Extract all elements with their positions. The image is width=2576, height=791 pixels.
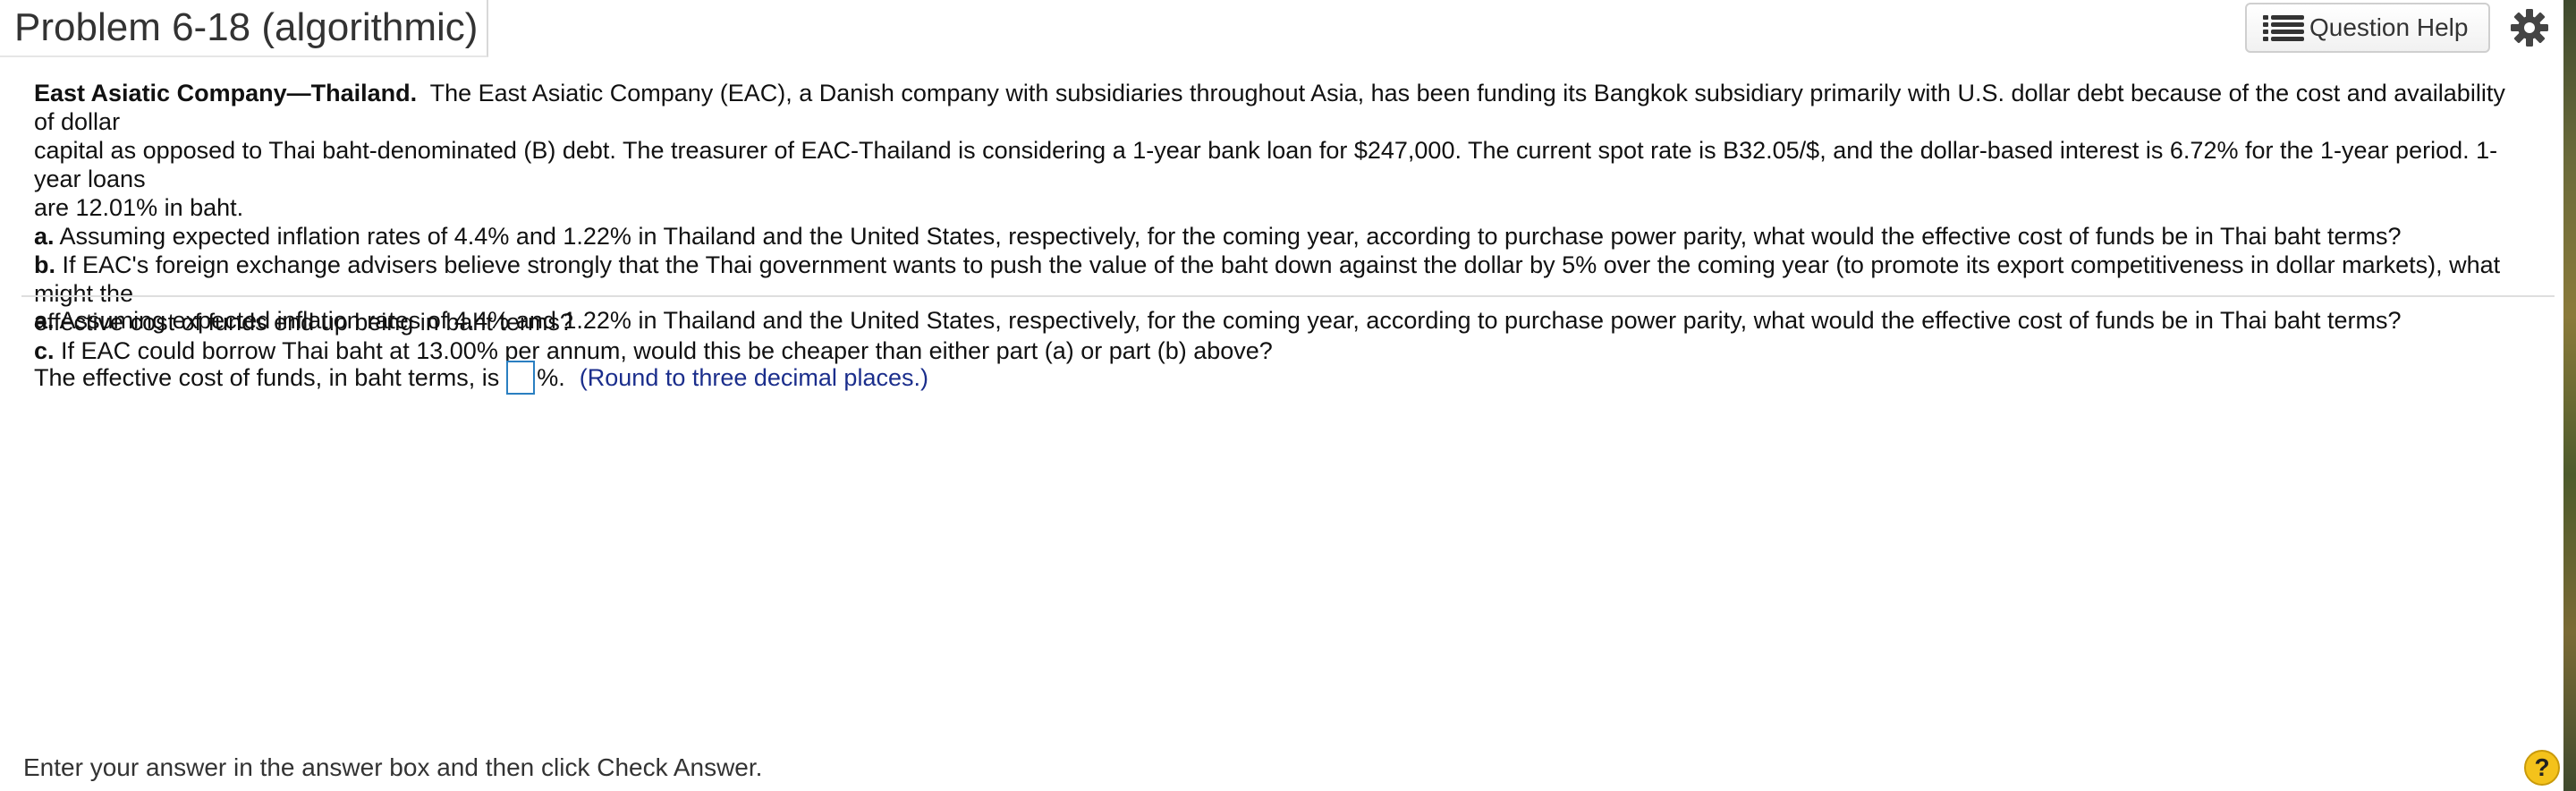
current-question-text: Assuming expected inflation rates of 4.4… (59, 307, 2402, 334)
answer-input[interactable] (506, 361, 536, 395)
problem-lead: East Asiatic Company—Thailand. (34, 80, 418, 106)
part-a-text: Assuming expected inflation rates of 4.4… (59, 223, 2402, 250)
part-a-label: a. (34, 223, 55, 250)
question-help-button[interactable]: Question Help (2245, 3, 2490, 53)
answer-hint: (Round to three decimal places.) (579, 364, 928, 391)
part-b: b. If EAC's foreign exchange advisers be… (34, 251, 2529, 308)
list-icon (2263, 15, 2304, 41)
question-help-label: Question Help (2309, 13, 2469, 41)
footer-instruction: Enter your answer in the answer box and … (23, 753, 763, 781)
answer-line: The effective cost of funds, in baht ter… (34, 360, 928, 396)
help-button[interactable]: ? (2524, 750, 2560, 786)
page: Problem 6-18 (algorithmic) Question Help (0, 0, 2576, 791)
gear-icon-graphic (2511, 9, 2548, 47)
window-edge (2563, 0, 2576, 791)
part-b-text-1: If EAC's foreign exchange advisers belie… (34, 251, 2501, 307)
answer-prefix: The effective cost of funds, in baht ter… (34, 364, 500, 391)
page-title: Problem 6-18 (algorithmic) (14, 5, 479, 49)
gear-icon[interactable] (2508, 6, 2551, 49)
current-question-label: a. (34, 307, 55, 334)
problem-line-1: East Asiatic Company—Thailand. The East … (34, 79, 2529, 136)
part-a: a. Assuming expected inflation rates of … (34, 222, 2529, 251)
divider (21, 295, 2555, 297)
current-question: a. Assuming expected inflation rates of … (34, 306, 2402, 335)
part-b-label: b. (34, 251, 55, 278)
title-box: Problem 6-18 (algorithmic) (0, 0, 489, 57)
answer-suffix: %. (537, 364, 565, 391)
problem-line-3: are 12.01% in baht. (34, 194, 244, 221)
problem-line-2: capital as opposed to Thai baht-denomina… (34, 137, 2498, 192)
header: Problem 6-18 (algorithmic) Question Help (0, 0, 2576, 59)
